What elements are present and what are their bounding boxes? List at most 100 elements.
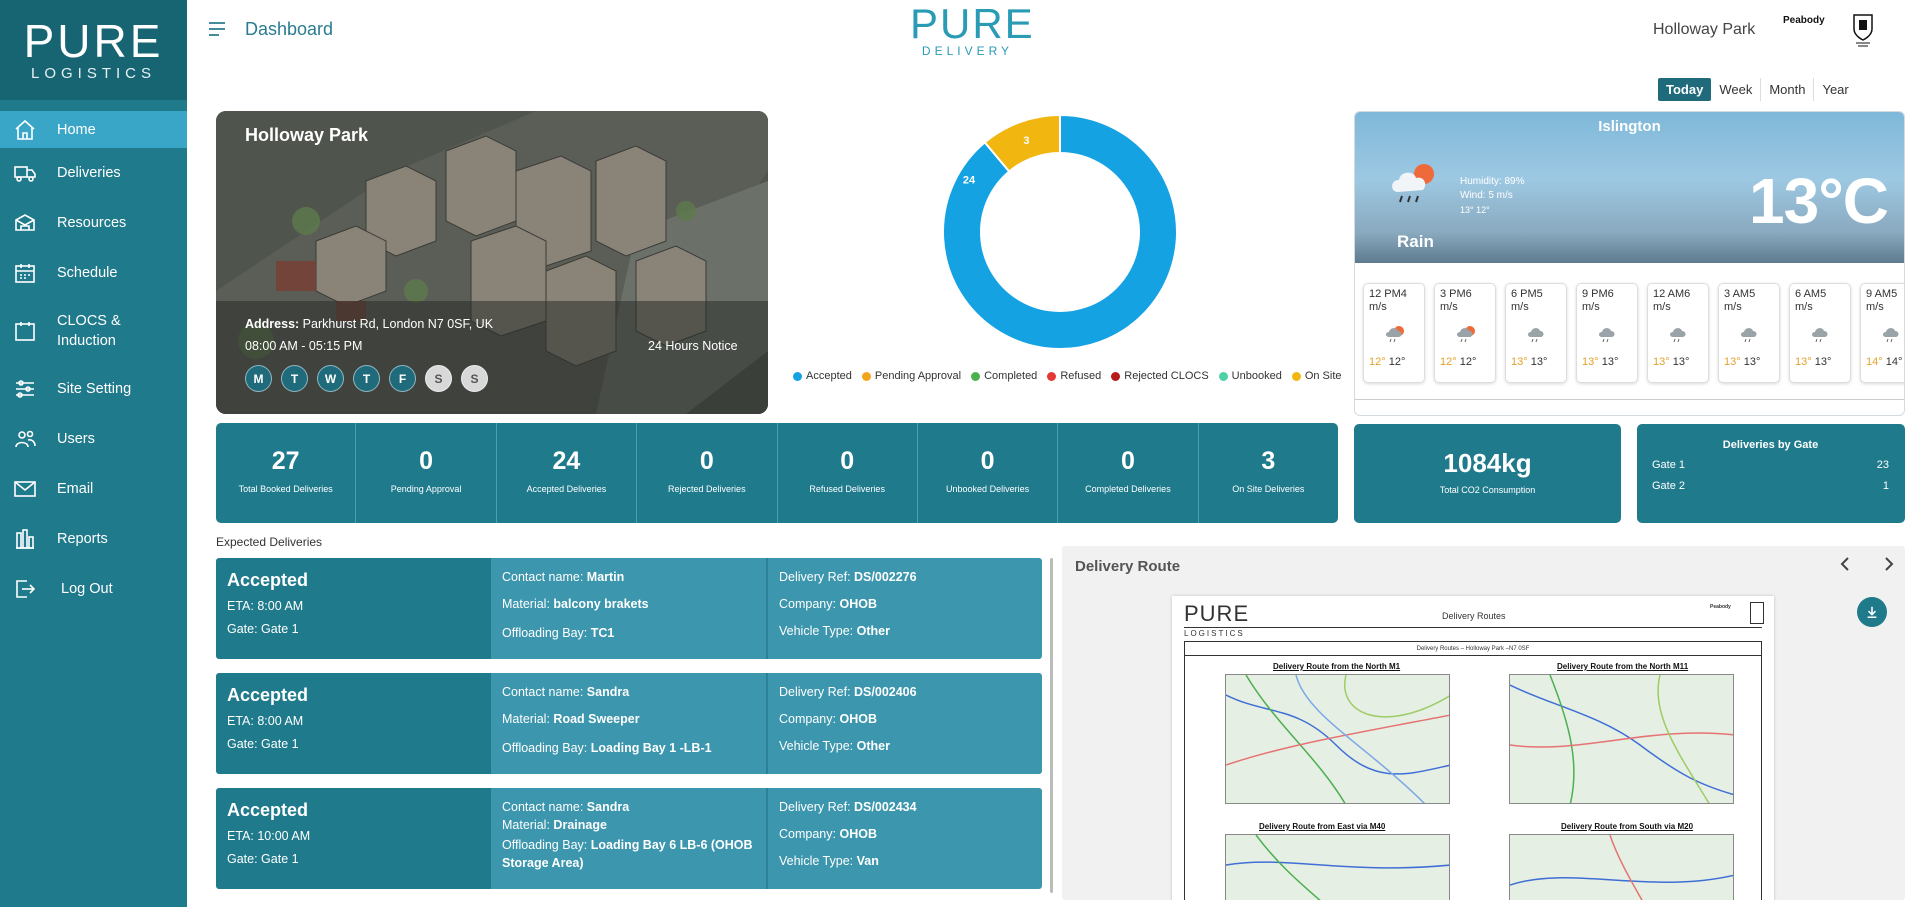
rain-cloud-icon <box>1597 324 1619 343</box>
doc-route-bar: Delivery Routes – Holloway Park –N7 0SF <box>1185 642 1761 656</box>
stat-value: 0 <box>419 447 434 475</box>
stat-cell[interactable]: 3 On Site Deliveries <box>1199 423 1338 523</box>
weather-hour-card: 6 PM5 m/s 13° 13° <box>1505 283 1567 383</box>
route-document-preview[interactable]: PURE LOGISTICS Delivery Routes Peabody De… <box>1172 596 1774 900</box>
logout-icon <box>13 577 37 601</box>
period-week[interactable]: Week <box>1711 78 1762 101</box>
field-label: Material: <box>502 597 550 611</box>
delivery-card[interactable]: Accepted ETA: 8:00 AM Gate: Gate 1 Contact … <box>216 673 1042 774</box>
sidebar-nav: Home Deliveries Resources Schedule CLOCS… <box>0 111 187 614</box>
route-map-east-m40 <box>1225 834 1450 900</box>
mail-icon <box>13 477 37 501</box>
legend-label: Accepted <box>806 370 852 382</box>
field-value: OHOB <box>839 827 877 841</box>
legend-item[interactable]: Refused <box>1047 370 1101 382</box>
chevron-right-icon[interactable] <box>1881 556 1897 577</box>
gate-row: Gate 2 1 <box>1652 480 1889 492</box>
stat-cell[interactable]: 0 Unbooked Deliveries <box>918 423 1059 523</box>
stat-cell[interactable]: 27 Total Booked Deliveries <box>216 423 357 523</box>
site-card[interactable]: Holloway Park Address: Parkhurst Rd, Lon… <box>216 111 768 414</box>
hour-temps: 13° 13° <box>1724 356 1760 368</box>
reports-icon <box>13 527 37 551</box>
stat-value: 0 <box>1120 447 1135 475</box>
field-label: Delivery Ref: <box>779 800 851 814</box>
field-label: Material: <box>502 818 550 832</box>
calendar-icon <box>13 319 37 343</box>
site-address: Address: Parkhurst Rd, London N7 0SF, UK <box>245 317 493 331</box>
period-selector: Today Week Month Year <box>1658 78 1857 101</box>
period-today[interactable]: Today <box>1658 78 1712 101</box>
stat-value: 27 <box>271 447 300 475</box>
period-month[interactable]: Month <box>1761 78 1815 101</box>
menu-icon[interactable] <box>207 19 227 39</box>
sidebar-item-label: Email <box>57 481 94 497</box>
hour-label: 3 PM6 m/s <box>1440 288 1472 313</box>
sidebar-item-deliveries[interactable]: Deliveries <box>0 148 187 198</box>
route-map-south-m20 <box>1509 834 1734 900</box>
sidebar-item-reports[interactable]: Reports <box>0 514 187 564</box>
donut-svg: 24 3 <box>942 113 1178 350</box>
sidebar-item-site-setting[interactable]: Site Setting <box>0 364 187 414</box>
map-title-east-m40: Delivery Route from East via M40 <box>1259 822 1386 831</box>
legend-item[interactable]: Completed <box>971 370 1037 382</box>
day-badge-sat: S <box>425 365 452 392</box>
weather-scrollbar[interactable] <box>1355 399 1904 400</box>
weather-hour-card: 12 PM4 m/s 12° 12° <box>1363 283 1425 383</box>
stat-cell[interactable]: 0 Completed Deliveries <box>1058 423 1199 523</box>
peabody-tagline <box>1783 34 1825 40</box>
delivery-card[interactable]: Accepted ETA: 8:00 AM Gate: Gate 1 Contact … <box>216 558 1042 659</box>
period-year[interactable]: Year <box>1814 78 1856 101</box>
stat-value: 3 <box>1261 447 1276 475</box>
field-value: DS/002434 <box>854 800 917 814</box>
hour-temp-lo: 12° <box>1369 356 1386 368</box>
hour-temp-lo: 13° <box>1724 356 1741 368</box>
field-value: Van <box>856 854 879 868</box>
deliveries-donut-chart: 24 3 <box>935 107 1185 357</box>
rain-cloud-icon <box>1668 324 1690 343</box>
legend-item[interactable]: Unbooked <box>1218 370 1282 382</box>
weather-wind: Wind: 5 m/s <box>1460 190 1513 201</box>
sidebar-item-schedule[interactable]: Schedule <box>0 248 187 298</box>
field-value: Drainage <box>553 818 607 832</box>
field-value: DS/002276 <box>854 570 917 584</box>
sidebar-item-resources[interactable]: Resources <box>0 198 187 248</box>
delivery-card[interactable]: Accepted ETA: 10:00 AM Gate: Gate 1 Contact… <box>216 788 1042 889</box>
delivery-contact: Contact name: Sandra <box>502 800 755 818</box>
rain-sun-icon <box>1384 324 1406 343</box>
logo-main-text: PURE <box>23 14 164 67</box>
chevron-left-icon[interactable] <box>1837 556 1853 577</box>
donut-data-label: 24 <box>963 175 976 187</box>
hour-temps: 13° 13° <box>1653 356 1689 368</box>
stat-cell[interactable]: 0 Rejected Deliveries <box>637 423 778 523</box>
legend-item[interactable]: Rejected CLOCS <box>1111 370 1209 382</box>
delivery-card-ref-col: Delivery Ref: DS/002406 Company: OHOB Vehi… <box>768 673 1042 774</box>
sidebar-item-logout[interactable]: Log Out <box>0 564 187 614</box>
weather-hourly-list[interactable]: 12 PM4 m/s 12° 12° 3 PM6 m/s 12° 12° 6 PM5 m… <box>1355 283 1904 383</box>
hour-label: 12 PM4 m/s <box>1369 288 1407 313</box>
sidebar-logo[interactable]: PURE LOGISTICS <box>0 0 187 100</box>
sidebar-item-clocs[interactable]: CLOCS & Induction <box>0 298 187 364</box>
legend-item[interactable]: On Site <box>1291 370 1342 382</box>
hour-temp-hi: 13° <box>1743 356 1761 368</box>
legend-item[interactable]: Accepted <box>793 370 852 382</box>
stat-cell[interactable]: 0 Refused Deliveries <box>778 423 918 523</box>
delivery-contact: Contact name: Martin <box>502 570 755 597</box>
delivery-company: Company: OHOB <box>779 827 1031 854</box>
stat-cell[interactable]: 0 Pending Approval <box>356 423 497 523</box>
sidebar-item-email[interactable]: Email <box>0 464 187 514</box>
sidebar-item-label: Log Out <box>61 581 113 597</box>
legend-label: Completed <box>984 370 1038 382</box>
legend-item[interactable]: Pending Approval <box>861 370 961 382</box>
sidebar-item-home[interactable]: Home <box>0 111 187 148</box>
expected-deliveries-scrollbar[interactable] <box>1050 558 1053 893</box>
field-label: Contact name: <box>502 685 584 699</box>
delivery-card-status-col: Accepted ETA: 8:00 AM Gate: Gate 1 <box>216 673 491 774</box>
weather-hour-card: 3 AM5 m/s 13° 13° <box>1718 283 1780 383</box>
stat-cell[interactable]: 24 Accepted Deliveries <box>497 423 638 523</box>
delivery-status: Accepted <box>227 685 309 705</box>
field-value: Loading Bay 1 -LB-1 <box>590 741 712 755</box>
crest-logo <box>1851 13 1875 47</box>
sidebar-item-users[interactable]: Users <box>0 414 187 464</box>
download-button[interactable] <box>1857 597 1887 627</box>
header-site-name[interactable]: Holloway Park <box>1653 21 1755 39</box>
